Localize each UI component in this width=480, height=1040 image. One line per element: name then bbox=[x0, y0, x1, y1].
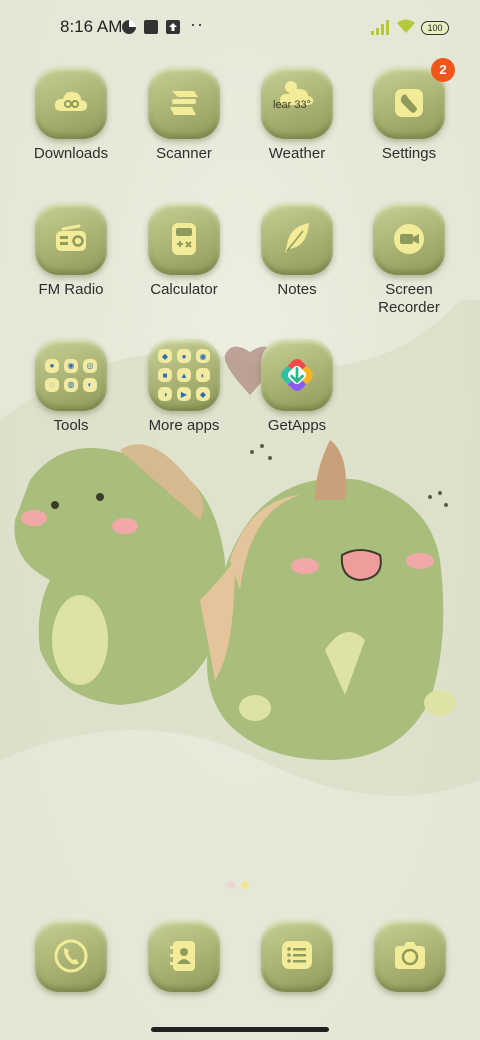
app-label-line1: Screen bbox=[385, 281, 433, 298]
notification-badge: 2 bbox=[431, 58, 455, 82]
messages-tile[interactable] bbox=[261, 920, 333, 992]
mini-app-icon: ◍ bbox=[64, 377, 78, 392]
wifi-icon bbox=[397, 19, 415, 33]
cloud-download-icon bbox=[54, 91, 88, 111]
app-label: More apps bbox=[148, 417, 220, 434]
weather-widget-text: lear 33° bbox=[273, 99, 312, 111]
contacts-tile[interactable] bbox=[148, 920, 220, 992]
mini-app-icon: ◉ bbox=[196, 349, 210, 363]
camera-icon bbox=[395, 942, 425, 969]
feather-icon bbox=[285, 223, 309, 253]
calculator-icon bbox=[172, 223, 196, 255]
mini-app-icon: ◐ bbox=[196, 368, 210, 382]
page-dot bbox=[227, 881, 235, 889]
app-fm-radio[interactable]: FM Radio bbox=[16, 203, 126, 299]
contacts-icon bbox=[170, 941, 195, 971]
app-calculator[interactable]: Calculator bbox=[129, 203, 239, 299]
downloads-tile[interactable] bbox=[35, 67, 107, 139]
folder-icon: ● ◉ ◎ ◌ ◍ ◐ bbox=[45, 358, 97, 392]
mini-app-icon: ▶ bbox=[177, 387, 191, 401]
notes-tile[interactable] bbox=[261, 203, 333, 275]
folder-tools[interactable]: ● ◉ ◎ ◌ ◍ ◐ Tools bbox=[16, 339, 126, 435]
weather-tile[interactable]: lear 33° bbox=[261, 67, 333, 139]
app-scanner[interactable]: Scanner bbox=[129, 67, 239, 163]
mini-app-icon: ◆ bbox=[158, 349, 172, 363]
status-bar: 8:16 AM ·· 100 bbox=[0, 0, 480, 56]
mini-app-icon: ● bbox=[45, 358, 59, 373]
mini-app-icon: ■ bbox=[158, 368, 172, 382]
mini-app-icon: ▲ bbox=[177, 368, 191, 382]
dock-contacts[interactable] bbox=[148, 920, 220, 992]
more-notifications: ·· bbox=[190, 14, 204, 34]
mini-app-icon: ● bbox=[177, 349, 191, 363]
page-indicator bbox=[227, 876, 255, 894]
app-label: Calculator bbox=[150, 281, 218, 298]
scanner-tile[interactable] bbox=[148, 67, 220, 139]
app-label: FM Radio bbox=[38, 281, 104, 298]
mini-app-icon: ◉ bbox=[64, 358, 78, 373]
dock-messages[interactable] bbox=[261, 920, 333, 992]
scanner-icon bbox=[170, 91, 198, 115]
mini-app-icon: ◑ bbox=[158, 387, 172, 401]
app-label: Scanner bbox=[156, 145, 212, 162]
mini-app-icon: ◎ bbox=[83, 358, 97, 373]
mini-app-icon: ◐ bbox=[83, 377, 97, 392]
dock-phone[interactable] bbox=[35, 920, 107, 992]
mini-app-icon: ◌ bbox=[45, 377, 59, 392]
clock: 8:16 AM bbox=[60, 17, 123, 36]
signal-icon bbox=[371, 20, 389, 35]
camera-tile[interactable] bbox=[374, 920, 446, 992]
app-label: Notes bbox=[277, 281, 317, 298]
square-icon bbox=[144, 20, 158, 34]
app-downloads[interactable]: Downloads bbox=[16, 67, 126, 163]
folder-icon: ◆ ● ◉ ■ ▲ ◐ ◑ ▶ ◆ bbox=[158, 349, 210, 401]
app-notes[interactable]: Notes bbox=[242, 203, 352, 299]
app-label: Downloads bbox=[33, 145, 109, 162]
calculator-tile[interactable] bbox=[148, 203, 220, 275]
getapps-icon bbox=[281, 359, 313, 391]
folder-more-apps[interactable]: ◆ ● ◉ ■ ▲ ◐ ◑ ▶ ◆ More apps bbox=[129, 339, 239, 435]
messages-icon bbox=[282, 941, 312, 969]
app-weather[interactable]: lear 33° Weather bbox=[242, 67, 352, 163]
video-camera-icon bbox=[394, 224, 424, 254]
phone-tile[interactable] bbox=[35, 920, 107, 992]
app-label: Weather bbox=[268, 145, 326, 162]
app-label: Settings bbox=[381, 145, 437, 162]
settings-tile[interactable]: 2 bbox=[373, 58, 455, 139]
dock-camera[interactable] bbox=[374, 920, 446, 992]
app-getapps[interactable]: GetApps bbox=[242, 339, 352, 435]
page-dot bbox=[241, 881, 249, 889]
screen-recorder-tile[interactable] bbox=[373, 203, 445, 275]
battery-indicator: 100 bbox=[421, 21, 449, 35]
tools-folder-tile[interactable]: ● ◉ ◎ ◌ ◍ ◐ bbox=[35, 339, 107, 411]
gesture-nav-bar[interactable] bbox=[151, 1027, 329, 1032]
mini-app-icon: ◆ bbox=[196, 387, 210, 401]
app-label: Tools bbox=[53, 417, 89, 434]
app-label-line2: Recorder bbox=[378, 299, 440, 316]
app-label: GetApps bbox=[267, 417, 327, 434]
app-screen-recorder[interactable]: Screen Recorder bbox=[354, 203, 464, 317]
app-settings[interactable]: 2 Settings bbox=[354, 58, 464, 163]
phone-icon bbox=[54, 939, 88, 973]
fm-radio-tile[interactable] bbox=[35, 203, 107, 275]
more-apps-folder-tile[interactable]: ◆ ● ◉ ■ ▲ ◐ ◑ ▶ ◆ bbox=[148, 339, 220, 411]
upload-icon bbox=[166, 20, 180, 34]
getapps-tile[interactable] bbox=[261, 339, 333, 411]
wrench-icon bbox=[395, 89, 423, 117]
radio-icon bbox=[56, 224, 86, 251]
data-saver-icon bbox=[122, 20, 136, 34]
